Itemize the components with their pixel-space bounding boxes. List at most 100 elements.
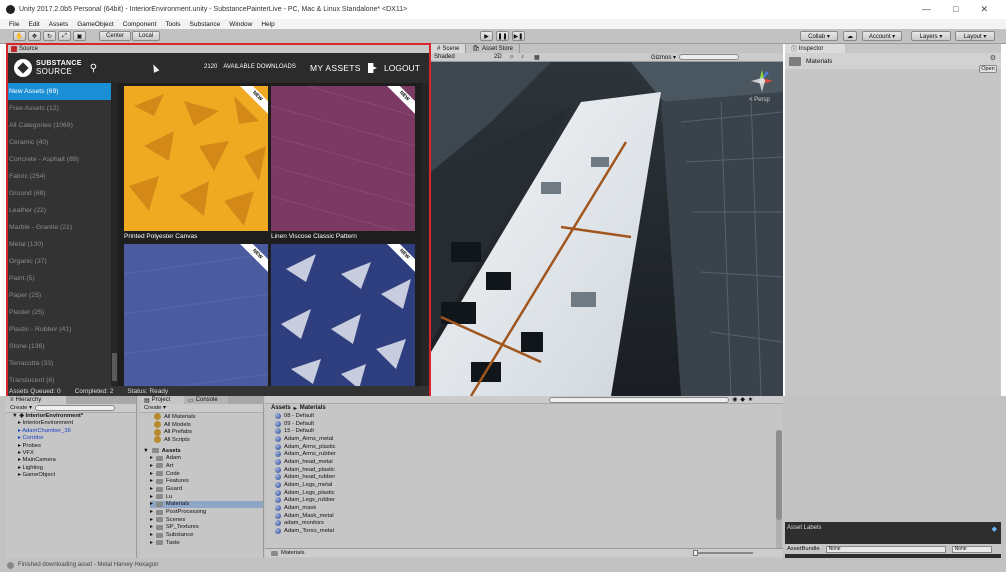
folder-item[interactable]: ▸ Substance [150,531,263,539]
asset-thumbnail[interactable]: NEW [124,86,268,231]
asset-grid-scrollbar[interactable] [421,83,429,386]
menu-edit[interactable]: Edit [28,21,39,28]
material-item[interactable]: Adam_Arms_rubber [265,450,783,458]
material-item[interactable]: Adam_Arms_metal [265,435,783,443]
hierarchy-item[interactable]: ▸ Corridor [12,435,136,442]
folder-item[interactable]: ▸ Code [150,470,263,478]
material-item[interactable]: Adam_Mask_metal [265,512,783,520]
scene-search-input[interactable] [679,54,739,60]
asset-card[interactable]: NEW Printed Polyester Canvas [124,86,268,240]
material-item[interactable]: Adam_Torso_metal [265,527,783,535]
tab-hierarchy[interactable]: ≡ Hierarchy [6,396,66,404]
pause-button[interactable]: ❚❚ [496,31,509,41]
logout-button[interactable]: LOGOUT [368,63,420,73]
folder-item[interactable]: ▸ Art [150,462,263,470]
menu-substance[interactable]: Substance [190,21,221,28]
filter-type-icon[interactable]: ◉ [732,397,737,403]
open-button[interactable]: Open [979,65,997,73]
my-assets-button[interactable]: MY ASSETS [310,63,361,73]
folder-item[interactable]: ▸ Adam [150,454,263,462]
scene-gizmo-icon[interactable] [749,68,775,94]
material-item[interactable]: Adam_Legs_metal [265,481,783,489]
scene-root[interactable]: ▼ ◈ InteriorEnvironment* [12,413,136,420]
category-item[interactable]: Paint (5) [8,270,111,287]
hierarchy-search-input[interactable] [34,405,115,411]
folder-item[interactable]: ▸ SP_Textures [150,524,263,532]
move-tool-button[interactable]: ✥ [28,31,41,41]
search-icon[interactable]: ⚲ [90,63,97,74]
hierarchy-item[interactable]: ▸ Probes [12,443,136,450]
icon-size-slider[interactable] [693,550,753,556]
category-item[interactable]: Free Assets (12) [8,100,111,117]
asset-card[interactable]: NEW [271,244,415,386]
label-tag-icon[interactable]: ◆ [992,525,997,533]
category-item[interactable]: Plaster (25) [8,304,111,321]
substance-tab[interactable]: Source [8,45,429,53]
layout-button[interactable]: Layout ▾ [955,31,995,41]
hand-tool-button[interactable]: ✋ [13,31,26,41]
close-button[interactable]: ✕ [980,4,988,15]
gizmos-dropdown[interactable]: Gizmos ▾ [651,54,676,61]
favorite-item[interactable]: All Scripts [154,436,263,444]
category-item[interactable]: Fabric (254) [8,168,111,185]
hierarchy-item[interactable]: ▸ AdamChamber_36 [12,428,136,435]
menu-file[interactable]: File [9,21,19,28]
collab-button[interactable]: Collab ▾ [800,31,838,41]
breadcrumb-materials[interactable]: Materials [300,405,326,411]
category-item[interactable]: Ground (68) [8,185,111,202]
hierarchy-item[interactable]: ▸ GameObject [12,472,136,479]
category-item[interactable]: Terracotta (33) [8,355,111,372]
tab-inspector[interactable]: ⓘ Inspector [785,44,845,53]
minimize-button[interactable]: — [922,4,931,15]
pivot-local-button[interactable]: Local [132,31,160,41]
step-button[interactable]: ▶❚ [512,31,525,41]
category-item[interactable]: Metal (130) [8,236,111,253]
material-item[interactable]: Adam_head_plastic [265,466,783,474]
favorite-item[interactable]: All Models [154,421,263,429]
assets-root[interactable]: ▼ Assets [140,447,263,455]
category-item[interactable]: New Assets (69) [8,83,111,100]
material-item[interactable]: adam_monitors [265,520,783,528]
hierarchy-item[interactable]: ▸ InteriorEnvironment [12,420,136,427]
tab-asset-store[interactable]: 🛍 Asset Store [466,44,520,53]
tab-project[interactable]: ▤ Project [140,396,184,404]
material-item[interactable]: Adam_Legs_rubber [265,497,783,505]
asset-card[interactable]: NEW [124,244,268,386]
material-item[interactable]: Adam_Legs_plastic [265,489,783,497]
material-item[interactable]: Adam_mask [265,504,783,512]
favorite-star-icon[interactable]: ★ [748,397,753,403]
material-item[interactable]: Adam_Arms_plastic [265,443,783,451]
breadcrumb-assets[interactable]: Assets [271,405,291,411]
account-button[interactable]: Account ▾ [862,31,902,41]
category-scrollbar[interactable] [111,83,118,386]
category-item[interactable]: Organic (37) [8,253,111,270]
material-item[interactable]: Adam_head_metal [265,458,783,466]
lighting-toggle-icon[interactable]: ☼ [509,54,515,60]
menu-window[interactable]: Window [229,21,252,28]
filter-label-icon[interactable]: ◆ [740,397,744,403]
material-item[interactable]: 08 - Default [265,412,783,420]
category-item[interactable]: Ceramic (40) [8,134,111,151]
hierarchy-create-button[interactable]: Create ▾ [10,405,32,411]
rect-tool-button[interactable]: ▣ [73,31,86,41]
category-item[interactable]: Stone (136) [8,338,111,355]
gear-icon[interactable]: ⚙ [990,54,996,62]
menu-gameobject[interactable]: GameObject [77,21,114,28]
category-item[interactable]: Marble - Granite (21) [8,219,111,236]
folder-item[interactable]: ▸ Taste [150,539,263,547]
category-item[interactable]: Leather (22) [8,202,111,219]
menu-help[interactable]: Help [261,21,274,28]
material-item[interactable]: 15 - Default [265,427,783,435]
project-search-input[interactable] [549,396,730,403]
material-item[interactable]: Adam_head_rubber [265,474,783,482]
tab-scene[interactable]: # Scene [431,44,467,53]
project-scrollbar[interactable] [776,430,782,550]
category-item[interactable]: All Categories (1069) [8,117,111,134]
hierarchy-item[interactable]: ▸ Lighting [12,465,136,472]
play-button[interactable]: ▶ [480,31,493,41]
folder-item[interactable]: ▸ Lu [150,493,263,501]
pivot-center-button[interactable]: Center [99,31,131,41]
hierarchy-item[interactable]: ▸ MainCamera [12,457,136,464]
scene-viewport[interactable]: < Persp [431,62,783,396]
asset-variant-dropdown[interactable]: None [951,545,992,553]
